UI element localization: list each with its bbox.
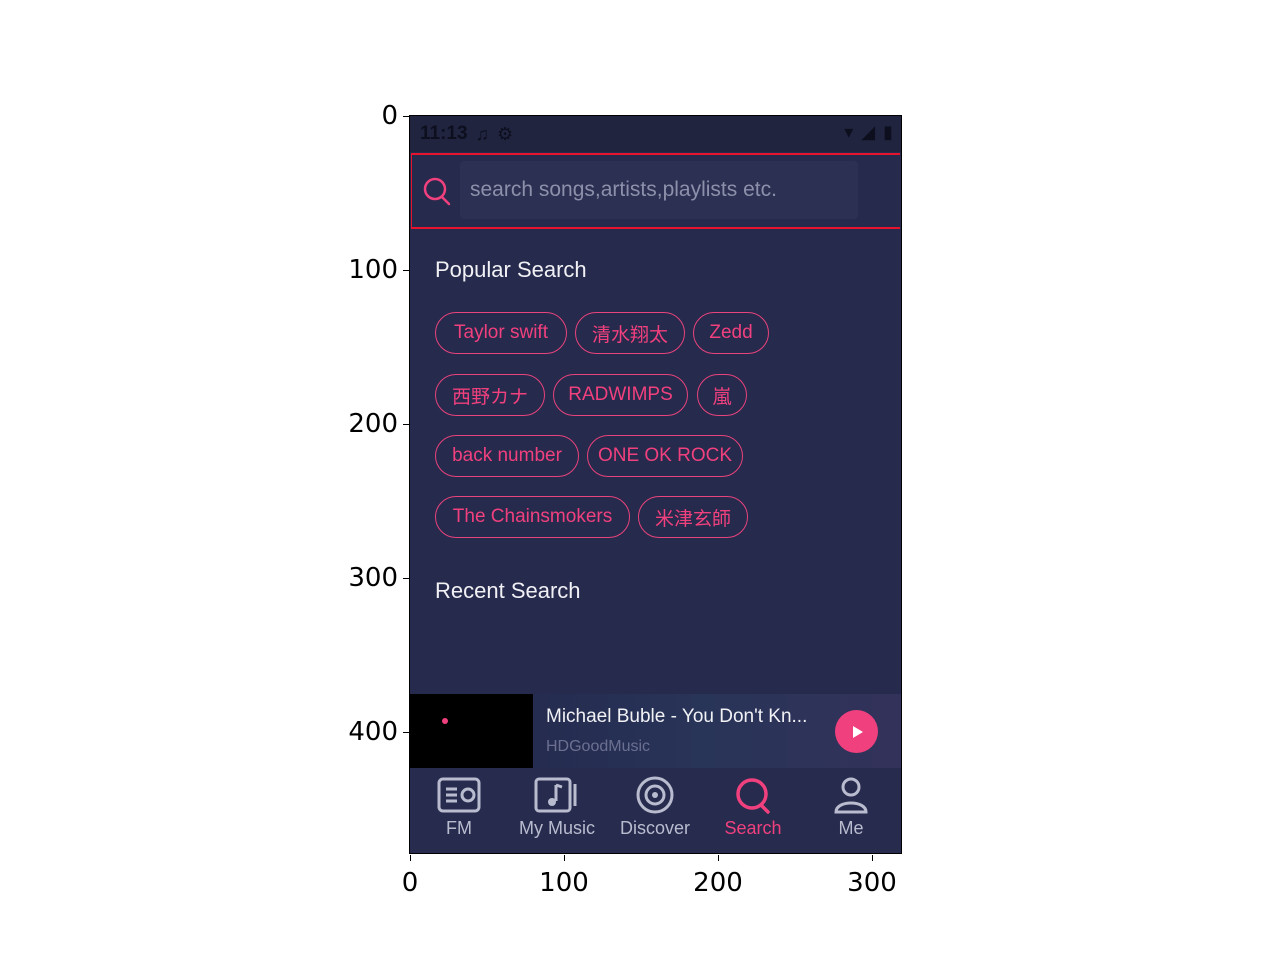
gear-icon: ⚙ (497, 123, 514, 144)
recent-search-title: Recent Search (435, 578, 581, 603)
status-bar: 11:13 ♫ ⚙ ▾ ◢ ▮ (410, 116, 901, 152)
popular-search-title: Popular Search (435, 257, 587, 282)
x-tick-label: 0 (401, 868, 419, 898)
popular-chip[interactable]: back number (435, 435, 579, 477)
play-button[interactable] (835, 710, 878, 753)
signal-icon: ◢ (861, 122, 876, 142)
music-note-icon: ♫ (475, 123, 490, 144)
nav-item-me[interactable]: Me (802, 776, 900, 839)
y-tick-label: 200 (348, 409, 398, 439)
x-tick (410, 855, 411, 861)
x-tick-label: 200 (693, 868, 743, 898)
y-tick (403, 270, 409, 271)
battery-icon: ▮ (883, 122, 893, 142)
y-tick-label: 100 (348, 255, 398, 285)
now-playing-title: Michael Buble - You Don't Kn... (546, 706, 808, 727)
nav-item-discover[interactable]: Discover (606, 776, 704, 839)
x-tick-label: 100 (539, 868, 589, 898)
now-playing-artist: HDGoodMusic (546, 738, 651, 755)
x-tick (872, 855, 873, 861)
person-icon (834, 777, 868, 814)
nav-label: Search (724, 818, 782, 838)
disc-icon (636, 776, 674, 814)
nav-item-search[interactable]: Search (704, 776, 802, 839)
y-tick-label: 0 (381, 101, 398, 131)
y-tick-label: 300 (348, 563, 398, 593)
wifi-icon: ▾ (844, 122, 854, 142)
search-icon (736, 778, 770, 814)
nav-label: My Music (519, 818, 595, 838)
search-icon[interactable] (422, 176, 452, 206)
popular-chip[interactable]: 米津玄師 (638, 496, 748, 538)
radio-icon (437, 777, 481, 813)
y-tick (403, 732, 409, 733)
status-time: 11:13 (420, 123, 468, 144)
x-tick (564, 855, 565, 861)
play-icon (852, 725, 863, 738)
popular-chip[interactable]: The Chainsmokers (435, 496, 630, 538)
nav-item-my-music[interactable]: My Music (508, 776, 606, 839)
nav-item-fm[interactable]: FM (410, 776, 508, 839)
popular-chip[interactable]: Taylor swift (435, 312, 567, 354)
album-art (410, 694, 533, 768)
search-input[interactable] (460, 161, 858, 219)
popular-chip[interactable]: ONE OK ROCK (587, 435, 743, 477)
album-art-dot (442, 718, 448, 724)
popular-chip[interactable]: Zedd (693, 312, 769, 354)
popular-chip[interactable]: 清水翔太 (575, 312, 685, 354)
y-tick (403, 116, 409, 117)
popular-chip[interactable]: 西野カナ (435, 374, 545, 416)
y-tick-label: 400 (348, 717, 398, 747)
x-tick (718, 855, 719, 861)
nav-label: Me (838, 818, 864, 838)
app-screen: 11:13 ♫ ⚙ ▾ ◢ ▮ Popular Search Taylor sw… (410, 116, 901, 853)
mini-player[interactable]: Michael Buble - You Don't Kn... HDGoodMu… (410, 694, 901, 768)
popular-chip[interactable]: 嵐 (697, 374, 747, 416)
y-tick (403, 578, 409, 579)
search-bar (411, 153, 900, 229)
x-tick-label: 300 (847, 868, 897, 898)
bottom-nav: FM My Music Discover Search Me (410, 768, 901, 853)
nav-label: FM (446, 818, 472, 838)
popular-chip[interactable]: RADWIMPS (553, 374, 688, 416)
nav-label: Discover (619, 818, 690, 838)
y-tick (403, 424, 409, 425)
music-note-icon (534, 777, 577, 813)
status-right: ▾ ◢ ▮ (844, 122, 893, 143)
